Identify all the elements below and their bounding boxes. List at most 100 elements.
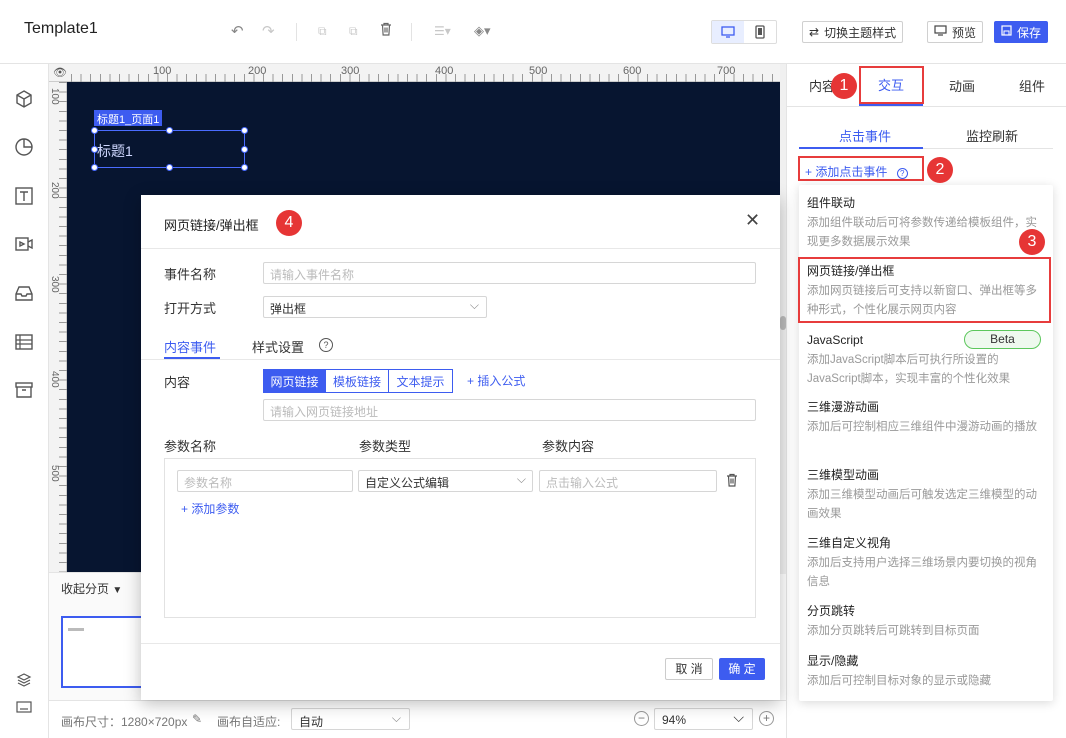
menu-item-desc: 添加JavaScript脚本后可执行所设置的JavaScript脚本，实现丰富的…	[807, 354, 1011, 385]
thumbnail-content	[68, 628, 84, 631]
switch-theme-button[interactable]: ⇄ 切换主题样式	[802, 21, 904, 43]
ruler-ticks	[71, 74, 780, 82]
tab-style-settings[interactable]: 样式设置	[252, 337, 304, 356]
title-component[interactable]: 标题1	[91, 127, 248, 171]
menu-item-3d-model-animation[interactable]: 三维模型动画 添加三维模型动画后可触发选定三维模型的动画效果	[807, 467, 1047, 524]
menu-item-component-linkage[interactable]: 组件联动 添加组件联动后可将参数传递给模板组件，实现更多数据展示效果	[807, 195, 1047, 252]
dialog-title: 网页链接/弹出框	[164, 218, 259, 233]
step-marker-3: 3	[1019, 229, 1045, 255]
media-icon[interactable]	[13, 233, 35, 255]
resize-handle[interactable]	[166, 127, 173, 134]
menu-item-show-hide[interactable]: 显示/隐藏 添加后可控制目标对象的显示或隐藏	[807, 653, 1047, 691]
save-icon	[1001, 25, 1012, 39]
menu-item-title: 三维模型动画	[807, 468, 880, 482]
ruler-label: 300	[49, 276, 60, 293]
save-button[interactable]: 保存	[994, 21, 1049, 43]
zoom-select[interactable]: 94% ⌵	[654, 708, 753, 730]
resize-handle[interactable]	[241, 164, 248, 171]
param-table: 参数名称 自定义公式编辑 ⌵ 点击输入公式 + 添加参数	[164, 458, 756, 618]
keyboard-icon[interactable]	[13, 696, 35, 718]
resize-handle[interactable]	[91, 127, 98, 134]
menu-item-title: 分页跳转	[807, 604, 856, 618]
content-type-template-link[interactable]: 模板链接	[326, 369, 389, 393]
zoom-out-icon[interactable]: −	[634, 711, 649, 726]
subtab-click-event[interactable]: 点击事件	[839, 126, 891, 145]
resize-handle[interactable]	[241, 146, 248, 153]
menu-item-3d-custom-view[interactable]: 三维自定义视角 添加后支持用户选择三维场景内要切换的视角信息	[807, 535, 1047, 592]
component-cube-icon[interactable]	[13, 88, 35, 110]
subtab-underline	[799, 147, 923, 149]
insert-formula-button[interactable]: + 插入公式	[467, 372, 525, 389]
desktop-icon[interactable]	[712, 21, 744, 43]
trash-icon[interactable]	[380, 22, 392, 40]
vertical-ruler: 100 200 300 400 500	[49, 82, 67, 572]
tab-content-event[interactable]: 内容事件	[164, 337, 216, 356]
param-name-header: 参数名称	[164, 439, 217, 454]
event-name-input[interactable]: 请输入事件名称	[263, 262, 756, 284]
cancel-button[interactable]: 取 消	[665, 658, 713, 680]
add-param-label: 添加参数	[191, 502, 240, 516]
ruler-label: 100	[153, 65, 172, 77]
subtab-monitor-refresh[interactable]: 监控刷新	[966, 126, 1018, 145]
menu-item-desc: 添加三维模型动画后可触发选定三维模型的动画效果	[807, 489, 1037, 520]
tab-animation[interactable]: 动画	[927, 64, 997, 106]
open-mode-value: 弹出框	[270, 302, 307, 316]
trash-icon[interactable]	[726, 473, 738, 490]
mobile-icon[interactable]	[744, 21, 776, 43]
page-thumbnail[interactable]	[61, 616, 143, 688]
add-param-button[interactable]: + 添加参数	[181, 500, 239, 517]
adapt-select[interactable]: 自动 ⌵	[291, 708, 410, 730]
layers-icon[interactable]: ◈▾	[474, 23, 491, 39]
collapse-pages-toggle[interactable]: 收起分页 ▼	[61, 580, 122, 597]
status-bar: 画布尺寸：1280×720px ✎ 画布自适应: 自动 ⌵ − 94% ⌵ +	[49, 700, 786, 738]
insert-formula-label: 插入公式	[477, 374, 526, 388]
param-content-input[interactable]: 点击输入公式	[539, 470, 717, 492]
confirm-button[interactable]: 确 定	[719, 658, 765, 680]
ruler-ticks	[59, 82, 67, 572]
layers-stack-icon[interactable]	[13, 669, 35, 691]
help-icon[interactable]: ?	[319, 338, 333, 352]
open-mode-select[interactable]: 弹出框 ⌵	[263, 296, 487, 318]
menu-item-title: 三维漫游动画	[807, 400, 880, 414]
divider	[141, 248, 780, 249]
content-type-web-link[interactable]: 网页链接	[263, 369, 326, 393]
chart-pie-icon[interactable]	[13, 136, 35, 158]
inbox-icon[interactable]	[13, 282, 35, 304]
resize-handle[interactable]	[166, 164, 173, 171]
align-icon[interactable]: ☰▾	[434, 24, 451, 38]
table-icon[interactable]	[13, 331, 35, 353]
highlight-box	[859, 66, 924, 104]
device-switch	[711, 20, 777, 44]
menu-item-javascript[interactable]: JavaScript Beta 添加JavaScript脚本后可执行所设置的Ja…	[807, 330, 1047, 389]
text-icon[interactable]	[13, 185, 35, 207]
zoom-in-icon[interactable]: +	[759, 711, 774, 726]
ruler-label: 700	[717, 65, 736, 77]
edit-icon[interactable]: ✎	[192, 712, 202, 726]
undo-icon[interactable]: ↶	[231, 22, 244, 40]
param-type-select[interactable]: 自定义公式编辑 ⌵	[358, 470, 533, 492]
redo-icon[interactable]: ↷	[262, 22, 275, 40]
menu-item-desc: 添加后支持用户选择三维场景内要切换的视角信息	[807, 557, 1037, 588]
swap-icon: ⇄	[809, 25, 820, 39]
preview-button[interactable]: 预览	[927, 21, 984, 43]
divider	[923, 148, 1053, 149]
step-marker-1: 1	[831, 73, 857, 99]
paste-icon[interactable]: ⧉	[349, 24, 358, 39]
resize-handle[interactable]	[91, 164, 98, 171]
tab-component[interactable]: 组件	[997, 64, 1066, 106]
horizontal-ruler: 👁 100 200 300 400 500 600 700	[49, 64, 780, 82]
close-icon[interactable]: ✕	[745, 210, 760, 231]
content-type-text-tip[interactable]: 文本提示	[389, 369, 453, 393]
copy-icon[interactable]: ⧉	[318, 24, 327, 39]
resize-handle[interactable]	[241, 127, 248, 134]
page-strip: 收起分页 ▼	[49, 572, 143, 700]
url-input[interactable]: 请输入网页链接地址	[263, 399, 756, 421]
archive-icon[interactable]	[13, 379, 35, 401]
ruler-label: 500	[49, 465, 60, 482]
param-name-input[interactable]: 参数名称	[177, 470, 353, 492]
menu-item-3d-roaming[interactable]: 三维漫游动画 添加后可控制相应三维组件中漫游动画的播放	[807, 399, 1047, 437]
menu-item-page-jump[interactable]: 分页跳转 添加分页跳转后可跳转到目标页面	[807, 603, 1047, 641]
eye-icon[interactable]: 👁	[53, 66, 67, 79]
resize-handle[interactable]	[91, 146, 98, 153]
ruler-label: 300	[341, 65, 360, 77]
